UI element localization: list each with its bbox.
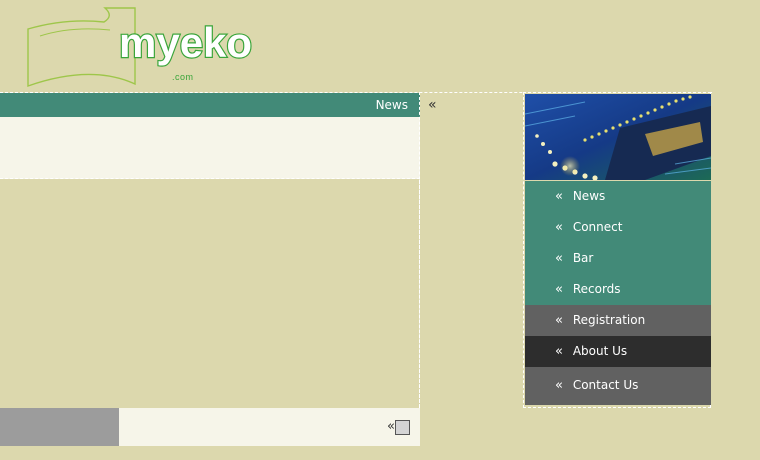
site-logo[interactable]: myeko .com <box>26 6 253 92</box>
footer-cream-block <box>119 408 420 446</box>
circuit-board-image <box>525 94 711 180</box>
sidebar-item-contact-us[interactable]: « Contact Us <box>525 367 711 405</box>
chevron-left-icon: « <box>555 189 563 204</box>
sidebar-item-connect[interactable]: « Connect <box>525 212 711 243</box>
chevron-left-icon: « <box>555 220 563 235</box>
sidebar-item-label: News <box>572 189 606 203</box>
footer-gray-block <box>0 408 119 446</box>
sidebar-item-label: Registration <box>572 313 646 327</box>
sidebar-item-label: About Us <box>572 344 628 358</box>
sidebar-item-records[interactable]: « Records <box>525 274 711 305</box>
main-content-area <box>0 180 420 407</box>
column-divider <box>419 92 420 408</box>
chevron-left-icon: « <box>428 97 437 113</box>
news-header-bar: News <box>0 93 420 117</box>
sidebar-item-registration[interactable]: « Registration <box>525 305 711 336</box>
sidebar-item-label: Records <box>572 282 621 296</box>
sidebar-item-bar[interactable]: « Bar <box>525 243 711 274</box>
sidebar-nav: « News « Connect « Bar « Records « Regis… <box>525 181 711 405</box>
sidebar-item-news[interactable]: « News <box>525 181 711 212</box>
sidebar-item-label: Connect <box>572 220 623 234</box>
chevron-left-icon: « <box>555 282 563 297</box>
square-icon[interactable] <box>395 420 410 435</box>
logo-domain: .com <box>172 72 194 82</box>
sidebar: « News « Connect « Bar « Records « Regis… <box>523 92 711 408</box>
sidebar-item-label: Bar <box>572 251 594 265</box>
chevron-left-icon: « <box>555 251 563 266</box>
news-content-panel <box>0 117 420 179</box>
chevron-left-icon: « <box>387 419 395 434</box>
sidebar-item-about-us[interactable]: « About Us <box>525 336 711 367</box>
chevron-left-icon: « <box>555 378 563 393</box>
sidebar-item-label: Contact Us <box>572 378 639 392</box>
chevron-left-icon: « <box>555 313 563 328</box>
news-header-title: News <box>375 98 408 112</box>
chevron-left-icon: « <box>555 344 563 359</box>
logo-wordmark: myeko <box>118 19 253 66</box>
